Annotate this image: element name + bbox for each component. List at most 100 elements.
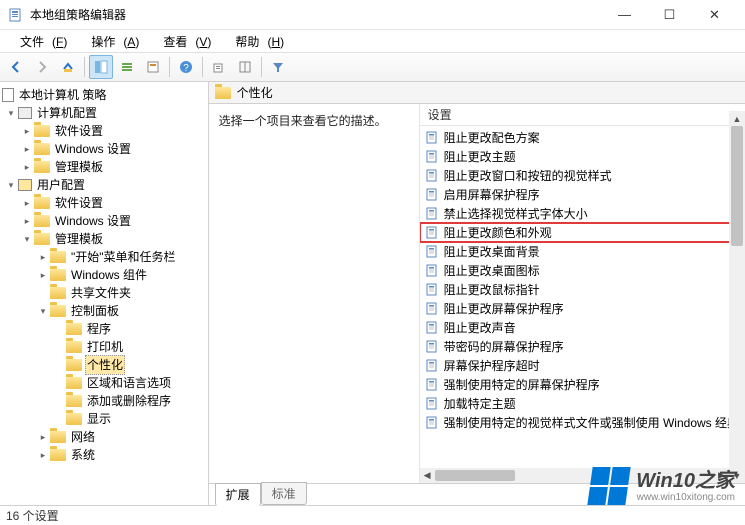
tree-cp-display[interactable]: 显示 — [0, 410, 208, 428]
settings-list[interactable]: 阻止更改配色方案阻止更改主题阻止更改窗口和按钮的视觉样式启用屏幕保护程序禁止选择… — [420, 126, 745, 483]
menu-help[interactable]: 帮助(H) — [219, 31, 292, 52]
setting-item[interactable]: 禁止选择视觉样式字体大小 — [420, 204, 745, 223]
back-button[interactable] — [4, 55, 28, 79]
tab-extended[interactable]: 扩展 — [215, 483, 261, 506]
tree-software-settings[interactable]: ▸软件设置 — [0, 122, 208, 140]
collapse-icon[interactable]: ▾ — [4, 176, 18, 194]
menu-file[interactable]: 文件(F) — [4, 31, 75, 52]
policy-setting-icon — [426, 207, 440, 221]
policy-setting-icon — [426, 131, 440, 145]
folder-icon — [66, 341, 82, 353]
scroll-up-button[interactable]: ▲ — [729, 111, 745, 126]
folder-icon — [34, 197, 50, 209]
setting-label: 阻止更改桌面图标 — [444, 262, 540, 279]
tree-cp-region-lang[interactable]: 区域和语言选项 — [0, 374, 208, 392]
setting-label: 阻止更改颜色和外观 — [444, 224, 552, 241]
up-button[interactable] — [56, 55, 80, 79]
tree-user-windows-settings[interactable]: ▸Windows 设置 — [0, 212, 208, 230]
folder-icon — [50, 449, 66, 461]
scroll-thumb-h[interactable] — [435, 470, 515, 481]
folder-icon — [66, 413, 82, 425]
setting-label: 阻止更改窗口和按钮的视觉样式 — [444, 167, 612, 184]
expand-icon[interactable]: ▸ — [20, 212, 34, 230]
expand-icon[interactable]: ▸ — [36, 266, 50, 284]
export-button[interactable] — [207, 55, 231, 79]
tab-standard[interactable]: 标准 — [261, 482, 307, 505]
tree-control-panel[interactable]: ▾控制面板 — [0, 302, 208, 320]
menu-view[interactable]: 查看(V) — [147, 31, 219, 52]
help-button[interactable]: ? — [174, 55, 198, 79]
tree-user-config[interactable]: ▾用户配置 — [0, 176, 208, 194]
setting-item[interactable]: 阻止更改颜色和外观 — [420, 223, 745, 242]
scroll-left-button[interactable]: ◀ — [420, 468, 435, 483]
tree-root[interactable]: 本地计算机 策略 — [0, 86, 208, 104]
policy-icon — [2, 88, 14, 102]
expand-icon[interactable]: ▸ — [20, 140, 34, 158]
tree-network[interactable]: ▸网络 — [0, 428, 208, 446]
tree-windows-settings[interactable]: ▸Windows 设置 — [0, 140, 208, 158]
horizontal-scrollbar[interactable]: ◀ ▶ — [420, 468, 729, 483]
scroll-down-button[interactable]: ▼ — [729, 468, 745, 483]
tree-computer-config[interactable]: ▾计算机配置 — [0, 104, 208, 122]
menu-action[interactable]: 操作(A) — [75, 31, 147, 52]
setting-label: 阻止更改配色方案 — [444, 129, 540, 146]
close-button[interactable]: ✕ — [692, 0, 737, 30]
expand-icon[interactable]: ▸ — [36, 446, 50, 464]
setting-item[interactable]: 启用屏幕保护程序 — [420, 185, 745, 204]
tree-cp-printers[interactable]: 打印机 — [0, 338, 208, 356]
collapse-icon[interactable]: ▾ — [4, 104, 18, 122]
filter-button[interactable] — [266, 55, 290, 79]
setting-item[interactable]: 阻止更改桌面图标 — [420, 261, 745, 280]
expand-icon[interactable]: ▸ — [20, 122, 34, 140]
setting-item[interactable]: 阻止更改屏幕保护程序 — [420, 299, 745, 318]
tree-user-admin-templates[interactable]: ▾管理模板 — [0, 230, 208, 248]
setting-item[interactable]: 阻止更改窗口和按钮的视觉样式 — [420, 166, 745, 185]
setting-item[interactable]: 屏幕保护程序超时 — [420, 356, 745, 375]
policy-setting-icon — [426, 321, 440, 335]
column-button[interactable] — [233, 55, 257, 79]
tree-user-software-settings[interactable]: ▸软件设置 — [0, 194, 208, 212]
right-header-title: 个性化 — [237, 84, 273, 101]
tree-cp-programs[interactable]: 程序 — [0, 320, 208, 338]
expand-icon[interactable]: ▸ — [20, 158, 34, 176]
setting-item[interactable]: 强制使用特定的屏幕保护程序 — [420, 375, 745, 394]
scroll-right-button[interactable]: ▶ — [714, 468, 729, 483]
setting-item[interactable]: 阻止更改配色方案 — [420, 128, 745, 147]
setting-item[interactable]: 带密码的屏幕保护程序 — [420, 337, 745, 356]
tree-system[interactable]: ▸系统 — [0, 446, 208, 464]
tree-start-taskbar[interactable]: ▸"开始"菜单和任务栏 — [0, 248, 208, 266]
scroll-thumb[interactable] — [731, 126, 743, 246]
folder-icon — [50, 305, 66, 317]
settings-list-column: 设置 阻止更改配色方案阻止更改主题阻止更改窗口和按钮的视觉样式启用屏幕保护程序禁… — [419, 104, 745, 483]
show-tree-button[interactable] — [89, 55, 113, 79]
tree-cp-personalization[interactable]: 个性化 — [0, 356, 208, 374]
expand-icon[interactable]: ▸ — [20, 194, 34, 212]
tree-admin-templates[interactable]: ▸管理模板 — [0, 158, 208, 176]
tree-pane[interactable]: 本地计算机 策略 ▾计算机配置 ▸软件设置 ▸Windows 设置 ▸管理模板 … — [0, 82, 209, 505]
right-pane: 个性化 选择一个项目来查看它的描述。 设置 阻止更改配色方案阻止更改主题阻止更改… — [209, 82, 745, 505]
folder-icon — [34, 143, 50, 155]
expand-icon[interactable]: ▸ — [36, 428, 50, 446]
collapse-icon[interactable]: ▾ — [36, 302, 50, 320]
setting-item[interactable]: 强制使用特定的视觉样式文件或强制使用 Windows 经典 — [420, 413, 745, 432]
setting-label: 阻止更改桌面背景 — [444, 243, 540, 260]
list-button[interactable] — [115, 55, 139, 79]
policy-setting-icon — [426, 169, 440, 183]
tree-windows-components[interactable]: ▸Windows 组件 — [0, 266, 208, 284]
setting-label: 阻止更改屏幕保护程序 — [444, 300, 564, 317]
vertical-scrollbar[interactable]: ▲ ▼ — [729, 126, 745, 468]
setting-item[interactable]: 阻止更改主题 — [420, 147, 745, 166]
setting-item[interactable]: 阻止更改桌面背景 — [420, 242, 745, 261]
setting-item[interactable]: 阻止更改声音 — [420, 318, 745, 337]
forward-button[interactable] — [30, 55, 54, 79]
collapse-icon[interactable]: ▾ — [20, 230, 34, 248]
minimize-button[interactable]: — — [602, 0, 647, 30]
setting-item[interactable]: 加载特定主题 — [420, 394, 745, 413]
tree-cp-add-remove[interactable]: 添加或删除程序 — [0, 392, 208, 410]
expand-icon[interactable]: ▸ — [36, 248, 50, 266]
properties-button[interactable] — [141, 55, 165, 79]
setting-item[interactable]: 阻止更改鼠标指针 — [420, 280, 745, 299]
list-header-setting[interactable]: 设置 — [420, 104, 745, 126]
tree-shared-folders[interactable]: 共享文件夹 — [0, 284, 208, 302]
maximize-button[interactable]: ☐ — [647, 0, 692, 30]
